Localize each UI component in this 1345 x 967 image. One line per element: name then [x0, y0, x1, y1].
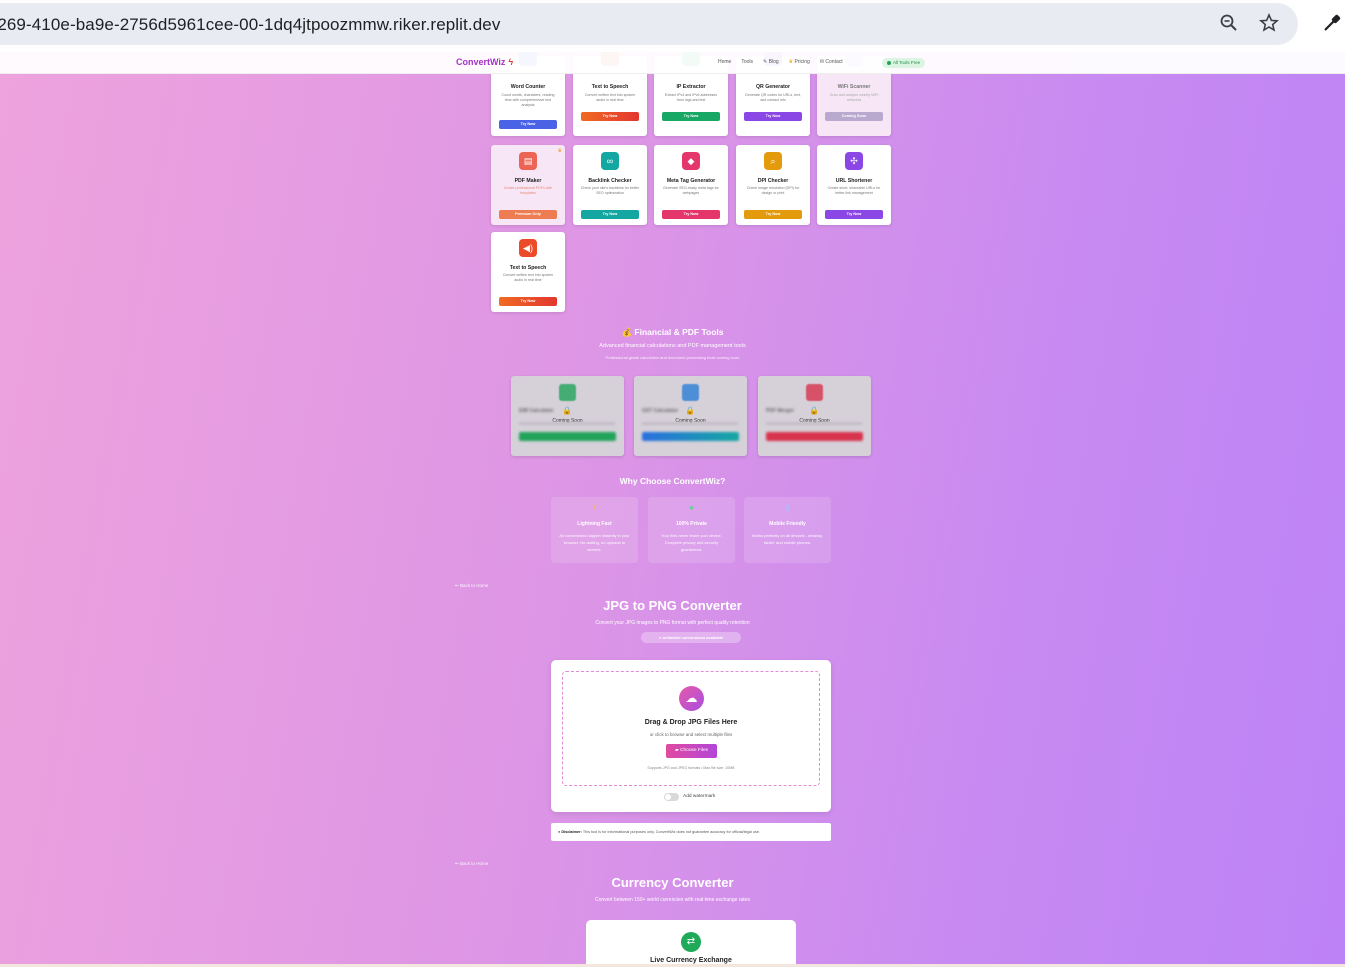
browser-toolbar: -b269-410e-ba9e-2756d5961cee-00-1dq4jtpo…: [0, 0, 1345, 52]
cloud-upload-icon: ☁: [679, 686, 704, 711]
disclaimer-bar: ● Disclaimer: This tool is for informati…: [551, 823, 831, 841]
financial-heading: 💰 Financial & PDF Tools: [621, 327, 724, 337]
nav-link-home[interactable]: Home: [718, 59, 731, 65]
tool-card-backlink-checker[interactable]: ∞ Backlink Checker Check your site's bac…: [573, 145, 647, 225]
percent-icon: [682, 384, 699, 401]
bookmark-star-icon[interactable]: [1259, 13, 1279, 33]
shield-icon: ●: [689, 503, 694, 512]
try-now-button[interactable]: Try Now: [581, 112, 639, 121]
magnifier-icon: ⌕: [764, 152, 782, 170]
currency-subtitle: Convert between 150+ world currencies wi…: [595, 897, 750, 903]
currency-title: Currency Converter: [611, 875, 734, 890]
watermark-toggle[interactable]: [664, 793, 679, 801]
money-bag-icon: 💰: [621, 327, 633, 337]
coming-soon-button: [766, 432, 863, 441]
address-bar[interactable]: -b269-410e-ba9e-2756d5961cee-00-1dq4jtpo…: [0, 3, 1298, 45]
financial-subtitle: Advanced financial calculations and PDF …: [599, 343, 746, 349]
premium-crown-icon: ♛: [557, 148, 562, 154]
coming-soon-button: [642, 432, 739, 441]
try-now-button[interactable]: Try Now: [744, 112, 802, 121]
lock-icon: 🔒: [562, 406, 572, 415]
why-heading: Why Choose ConvertWiz?: [619, 476, 726, 486]
nav-link-contact[interactable]: ✉ Contact: [820, 59, 843, 65]
back-to-home-link[interactable]: ⇐ Back to Home: [455, 583, 488, 589]
try-now-button[interactable]: Try Now: [499, 297, 557, 306]
try-now-button[interactable]: Try Now: [581, 210, 639, 219]
nav-links: Home Tools ✎ Blog ♛ Pricing ✉ Contact: [718, 59, 843, 65]
site-logo[interactable]: ConvertWiz ϟ: [456, 57, 513, 67]
back-to-home-link-2[interactable]: ⇐ Back to Home: [455, 861, 488, 867]
jpg-converter-subtitle: Convert your JPG images to PNG format wi…: [595, 620, 750, 626]
exchange-icon: ⇄: [681, 932, 701, 952]
why-card-fast: ⚡ Lightning Fast All conversions happen …: [551, 497, 638, 563]
lightning-icon: ⚡: [591, 503, 598, 512]
lock-icon: 🔒: [809, 406, 819, 415]
site-nav: ConvertWiz ϟ Home Tools ✎ Blog ♛ Pricing …: [0, 52, 1345, 74]
info-icon: ●: [558, 830, 561, 834]
speaker-icon: ◀): [519, 239, 537, 257]
link-icon: ∞: [601, 152, 619, 170]
why-card-private: ● 100% Private Your files never leave yo…: [648, 497, 735, 563]
watermark-label: Add watermark: [683, 794, 716, 799]
page-viewport: ConvertWiz ϟ Home Tools ✎ Blog ♛ Pricing …: [0, 52, 1345, 964]
tool-card-text-to-speech-2[interactable]: ◀) Text to Speech Convert written text i…: [491, 232, 565, 312]
coming-soon-button: Coming Soon: [825, 112, 883, 121]
zoom-out-icon[interactable]: [1219, 13, 1239, 33]
try-now-button[interactable]: Try Now: [662, 210, 720, 219]
phone-icon: ▯: [785, 503, 790, 512]
financial-note: Professional grade calculation and docum…: [605, 355, 740, 360]
folder-icon: ▰: [674, 748, 679, 753]
unlimited-badge: ∞ unlimited conversions available: [641, 632, 741, 643]
tool-card-meta-tag-generator[interactable]: ◆ Meta Tag Generator Generate SEO-ready …: [654, 145, 728, 225]
tool-card-pdf-maker[interactable]: ♛ ▤ PDF Maker Create professional PDFs w…: [491, 145, 565, 225]
nav-link-tools[interactable]: Tools: [741, 59, 753, 65]
choose-files-button[interactable]: ▰ Choose Files: [666, 744, 717, 758]
document-icon: ▤: [519, 152, 537, 170]
pdf-merger-card: PDF Merger 🔒 Coming Soon: [758, 376, 871, 456]
tool-card-dpi-checker[interactable]: ⌕ DPI Checker Check image resolution (DP…: [736, 145, 810, 225]
calculator-icon: [559, 384, 576, 401]
pdf-icon: [806, 384, 823, 401]
try-now-button[interactable]: Try Now: [825, 210, 883, 219]
coming-soon-button: [519, 432, 616, 441]
try-now-button[interactable]: Try Now: [744, 210, 802, 219]
premium-only-button[interactable]: Premium Only: [499, 210, 557, 219]
jpg-converter-title: JPG to PNG Converter: [603, 598, 742, 613]
gst-calculator-card: GST Calculator 🔒 Coming Soon: [634, 376, 747, 456]
all-tools-free-badge: All Tools Free: [882, 58, 926, 68]
tool-card-url-shortener[interactable]: ✣ URL Shortener Create short, shareable …: [817, 145, 891, 225]
tag-icon: ◆: [682, 152, 700, 170]
upload-panel: ☁ Drag & Drop JPG Files Here or click to…: [551, 660, 831, 812]
eyedropper-icon[interactable]: [1322, 13, 1342, 33]
nav-link-blog[interactable]: ✎ Blog: [763, 59, 779, 65]
emi-calculator-card: EMI Calculator 🔒 Coming Soon: [511, 376, 624, 456]
currency-card: ⇄ Live Currency Exchange: [586, 920, 796, 964]
try-now-button[interactable]: Try Now: [662, 112, 720, 121]
lightning-icon: ϟ: [508, 57, 514, 67]
nav-link-pricing[interactable]: ♛ Pricing: [789, 59, 810, 65]
lock-icon: 🔒: [685, 406, 695, 415]
why-card-mobile: ▯ Mobile Friendly Works perfectly on all…: [744, 497, 831, 563]
drop-zone[interactable]: ☁ Drag & Drop JPG Files Here or click to…: [562, 671, 820, 786]
compress-icon: ✣: [845, 152, 863, 170]
try-now-button[interactable]: Try Now: [499, 120, 557, 129]
url-text[interactable]: -b269-410e-ba9e-2756d5961cee-00-1dq4jtpo…: [0, 15, 500, 35]
